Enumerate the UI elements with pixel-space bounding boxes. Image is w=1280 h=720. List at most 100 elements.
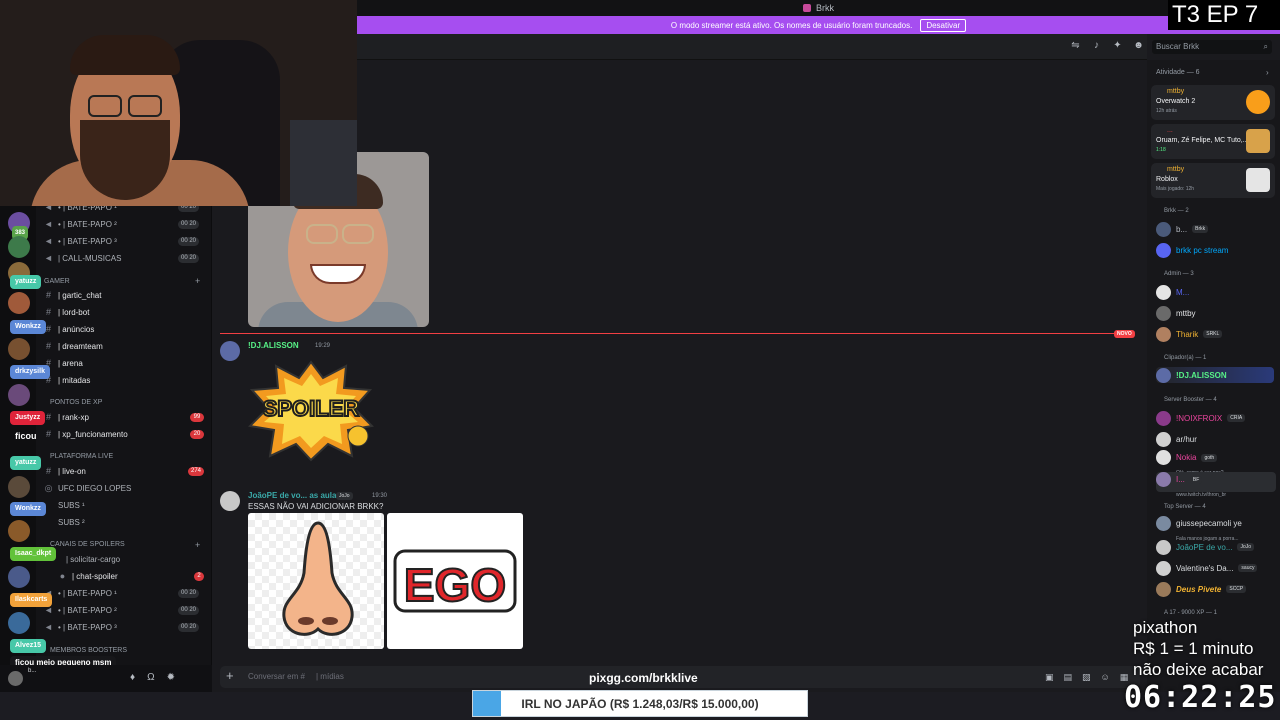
threads-icon[interactable]: ⇋ xyxy=(1070,40,1081,51)
text-channel[interactable]: # | rank-xp xyxy=(44,410,89,424)
viewer-badge: Wonkzz xyxy=(10,320,46,334)
pin-icon[interactable]: ✦ xyxy=(1112,40,1123,51)
voice-channel[interactable]: SUBS ² xyxy=(58,515,85,529)
role-header: Brkk — 2 xyxy=(1164,208,1189,214)
discord-icon xyxy=(1156,242,1171,258)
sticker-icon[interactable]: ▧ xyxy=(1082,672,1091,683)
avatar xyxy=(1156,472,1171,487)
member-item[interactable]: !DJ.ALISSON xyxy=(1156,367,1274,383)
text-channel[interactable]: # | dreamteam xyxy=(44,339,103,353)
role-badge: JoJo xyxy=(336,492,353,500)
add-channel-icon[interactable]: + xyxy=(195,540,200,550)
category-xp[interactable]: PONTOS DE XP xyxy=(50,399,102,406)
add-channel-icon[interactable]: + xyxy=(195,276,200,286)
attach-icon[interactable]: + xyxy=(226,669,234,683)
category-spoilers[interactable]: CANAIS DE SPOILERS xyxy=(50,541,125,548)
text-channel[interactable]: # | mitadas xyxy=(44,373,90,387)
member-item[interactable]: I... BF www.twitch.tv/thron_br xyxy=(1156,472,1276,498)
member-item[interactable]: ar/hur xyxy=(1156,431,1197,447)
member-item[interactable]: mttby xyxy=(1156,305,1196,321)
server-icon[interactable] xyxy=(8,384,30,406)
countdown-timer: 06:22:25 xyxy=(1124,680,1277,715)
emoji-icon[interactable]: ☺ xyxy=(1101,672,1110,683)
composer-suffix: | mídias xyxy=(316,672,344,681)
voice-channel[interactable]: ◄ • | BATE-PAPO ³ xyxy=(44,234,117,248)
member-item[interactable]: b... Brkk xyxy=(1156,221,1209,237)
gif-icon[interactable]: ▤ xyxy=(1064,672,1073,683)
members-icon[interactable]: ☻ xyxy=(1133,40,1144,51)
header-toolbar: ⇋ ♪ ✦ ☻ xyxy=(1070,40,1144,51)
avatar xyxy=(1156,539,1171,555)
window-titlebar: Brkk xyxy=(357,0,1280,16)
screen: Brkk O modo streamer está ativo. Os nome… xyxy=(0,0,1280,720)
category-gamer[interactable]: GAMER xyxy=(44,278,70,285)
member-item[interactable]: giussepecamoli ye Fala manos jogam a porr… xyxy=(1156,516,1276,542)
hash-icon: # xyxy=(45,307,51,317)
member-item[interactable]: Valentine's Da... saucy xyxy=(1156,560,1258,576)
avatar[interactable] xyxy=(220,341,240,361)
speaker-icon: ◄ xyxy=(44,622,53,632)
voice-channel[interactable]: ◄ • | BATE-PAPO ² xyxy=(44,603,117,617)
unread-badge: 20 xyxy=(190,430,204,439)
role-header: A 17 - 9000 XP — 1 xyxy=(1164,610,1217,616)
nose-icon xyxy=(282,521,354,636)
channel-limit: 00 20 xyxy=(178,237,200,246)
voice-channel[interactable]: ◄• | BATE-PAPO ¹ xyxy=(44,586,117,600)
member-item[interactable]: JoãoPE de vo... JoJo xyxy=(1156,539,1255,555)
activity-card[interactable]: mttby Roblox Mais jogado: 12h xyxy=(1151,163,1275,198)
mic-icon[interactable]: ♦ xyxy=(130,672,135,683)
viewer-badge: yatuzz xyxy=(10,275,42,289)
unread-badge: 274 xyxy=(188,467,204,476)
disable-streamer-button[interactable]: Desativar xyxy=(920,18,967,32)
member-item[interactable]: Tharik SRKL xyxy=(1156,326,1223,342)
webcam-overlay xyxy=(0,0,357,206)
member-item[interactable]: M... xyxy=(1156,284,1189,300)
voice-channel[interactable]: ◄ | CALL-MUSICAS xyxy=(44,251,121,265)
bell-icon[interactable]: ♪ xyxy=(1091,40,1102,51)
message-author[interactable]: JoãoPE de vo... as aulas xyxy=(248,491,341,500)
gear-icon[interactable]: ✹ xyxy=(167,672,175,683)
voice-channel[interactable]: ◄ • | BATE-PAPO ³ xyxy=(44,620,117,634)
chevron-right-icon[interactable]: › xyxy=(1266,68,1269,77)
voice-channel[interactable]: SUBS ¹ xyxy=(58,498,85,512)
avatar[interactable] xyxy=(220,491,240,511)
stage-channel[interactable]: ◎ UFC DIEGO LOPES xyxy=(44,481,132,495)
gift-icon[interactable]: ▣ xyxy=(1045,672,1054,683)
text-channel[interactable]: # | lord-bot xyxy=(44,305,89,319)
unread-badge: 2 xyxy=(194,572,204,581)
server-icon[interactable] xyxy=(8,520,30,542)
search-input[interactable]: Buscar Brkk ⌕ xyxy=(1152,40,1272,54)
text-channel[interactable]: ● | chat-spoiler xyxy=(58,569,118,583)
server-icon[interactable] xyxy=(8,566,30,588)
category-live[interactable]: PLATAFORMA LIVE xyxy=(50,453,113,460)
server-icon[interactable] xyxy=(8,236,30,258)
headphone-icon[interactable]: Ω xyxy=(147,672,154,683)
new-messages-divider xyxy=(220,333,1132,334)
member-item[interactable]: brkk pc stream xyxy=(1156,242,1228,258)
avatar xyxy=(1156,221,1171,237)
avatar[interactable] xyxy=(8,671,23,686)
voice-channel[interactable]: ◄ • | BATE-PAPO ² xyxy=(44,217,117,231)
server-icon[interactable] xyxy=(8,476,30,498)
viewer-badge: ficou xyxy=(15,431,37,441)
text-channel[interactable]: # | xp_funcionamento xyxy=(44,427,128,441)
server-icon[interactable] xyxy=(8,338,30,360)
server-icon[interactable] xyxy=(8,292,30,314)
text-channel[interactable]: | solicitar-cargo xyxy=(66,552,120,566)
activity-card[interactable]: mttby Overwatch 2 12h atrás xyxy=(1151,85,1275,120)
ego-image[interactable]: EGO xyxy=(387,513,523,649)
text-channel[interactable]: # | anúncios xyxy=(44,322,94,336)
member-item[interactable]: !NOIXFROIX CRIA xyxy=(1156,410,1246,426)
text-channel[interactable]: # | live-on xyxy=(44,464,86,478)
member-item[interactable]: NokiagothOlá, como é ser npc? xyxy=(1156,450,1276,476)
viewer-badge: yatuzz xyxy=(10,456,42,470)
window-title: Brkk xyxy=(816,3,834,13)
server-icon[interactable] xyxy=(8,612,30,634)
activity-card[interactable]: ... Oruam, Zé Felipe, MC Tuto,... 1:18 xyxy=(1151,124,1275,159)
sticker-text: SPOILER xyxy=(263,396,360,421)
nose-image[interactable] xyxy=(248,513,384,649)
text-channel[interactable]: # | gartic_chat xyxy=(44,288,101,302)
category-boosters[interactable]: MEMBROS BOOSTERS xyxy=(50,647,127,654)
member-item[interactable]: Deus Pivete SCCP xyxy=(1156,581,1247,597)
message-author[interactable]: !DJ.ALISSON xyxy=(248,341,299,350)
